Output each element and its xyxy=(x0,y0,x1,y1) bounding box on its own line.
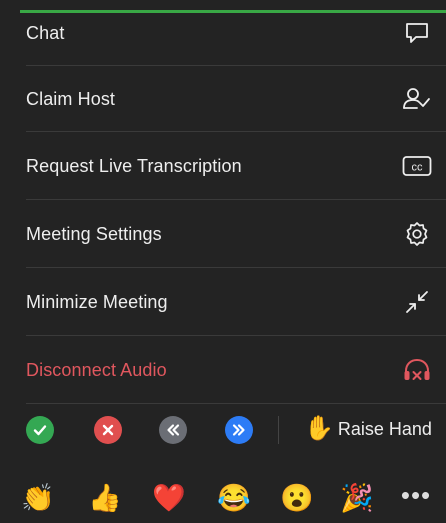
no-icon xyxy=(102,424,114,436)
menu-item-label: Minimize Meeting xyxy=(26,291,168,312)
menu-item-label: Disconnect Audio xyxy=(26,359,167,380)
party-popper-emoji-button[interactable]: 🎉 xyxy=(339,480,375,516)
menu-item-label: Request Live Transcription xyxy=(26,155,242,176)
faster-button[interactable] xyxy=(225,416,253,444)
chat-bubble-icon xyxy=(400,18,434,48)
menu-item-meeting-settings[interactable]: Meeting Settings xyxy=(0,201,446,267)
divider xyxy=(26,199,446,200)
slower-icon xyxy=(167,424,180,436)
more-reactions-button[interactable]: ••• xyxy=(396,480,436,516)
nonverbal-feedback-row: ✋ Raise Hand xyxy=(0,400,446,458)
yes-icon xyxy=(33,425,47,436)
menu-item-chat[interactable]: Chat xyxy=(0,0,446,66)
menu-item-disconnect-audio[interactable]: Disconnect Audio xyxy=(0,337,446,403)
menu-item-label: Chat xyxy=(26,22,65,43)
heart-emoji-button[interactable]: ❤️ xyxy=(151,480,187,516)
menu-item-label: Claim Host xyxy=(26,88,116,109)
open-mouth-emoji-button[interactable]: 😮 xyxy=(279,480,315,516)
divider xyxy=(26,335,446,336)
gear-icon xyxy=(400,219,434,249)
slower-button[interactable] xyxy=(159,416,187,444)
emoji-reaction-bar: 👏 👍 ❤️ 😂 😮 🎉 ••• xyxy=(0,470,446,523)
claim-host-icon xyxy=(400,84,434,114)
menu-item-claim-host[interactable]: Claim Host xyxy=(0,66,446,132)
tears-of-joy-emoji-button[interactable]: 😂 xyxy=(216,480,252,516)
raise-hand-label: Raise Hand xyxy=(337,418,432,439)
no-button[interactable] xyxy=(94,416,122,444)
raised-hand-icon: ✋ xyxy=(304,415,334,442)
closed-caption-icon: cc xyxy=(400,151,434,181)
reaction-separator xyxy=(278,416,279,444)
menu-item-request-live-transcription[interactable]: Request Live Transcription cc xyxy=(0,133,446,199)
headphones-disconnect-icon xyxy=(400,355,434,385)
thumbs-up-emoji-button[interactable]: 👍 xyxy=(87,480,123,516)
divider xyxy=(26,131,446,132)
meeting-more-menu: Chat Claim Host Request Live Transcripti… xyxy=(0,0,446,523)
svg-text:cc: cc xyxy=(412,162,424,174)
raise-hand-button[interactable]: ✋ Raise Hand xyxy=(304,413,432,445)
menu-item-label: Meeting Settings xyxy=(26,223,162,244)
menu-item-minimize-meeting[interactable]: Minimize Meeting xyxy=(0,269,446,335)
clap-emoji-button[interactable]: 👏 xyxy=(20,480,56,516)
divider xyxy=(26,267,446,268)
minimize-arrows-icon xyxy=(400,287,434,317)
faster-icon xyxy=(232,424,245,436)
yes-button[interactable] xyxy=(26,416,54,444)
